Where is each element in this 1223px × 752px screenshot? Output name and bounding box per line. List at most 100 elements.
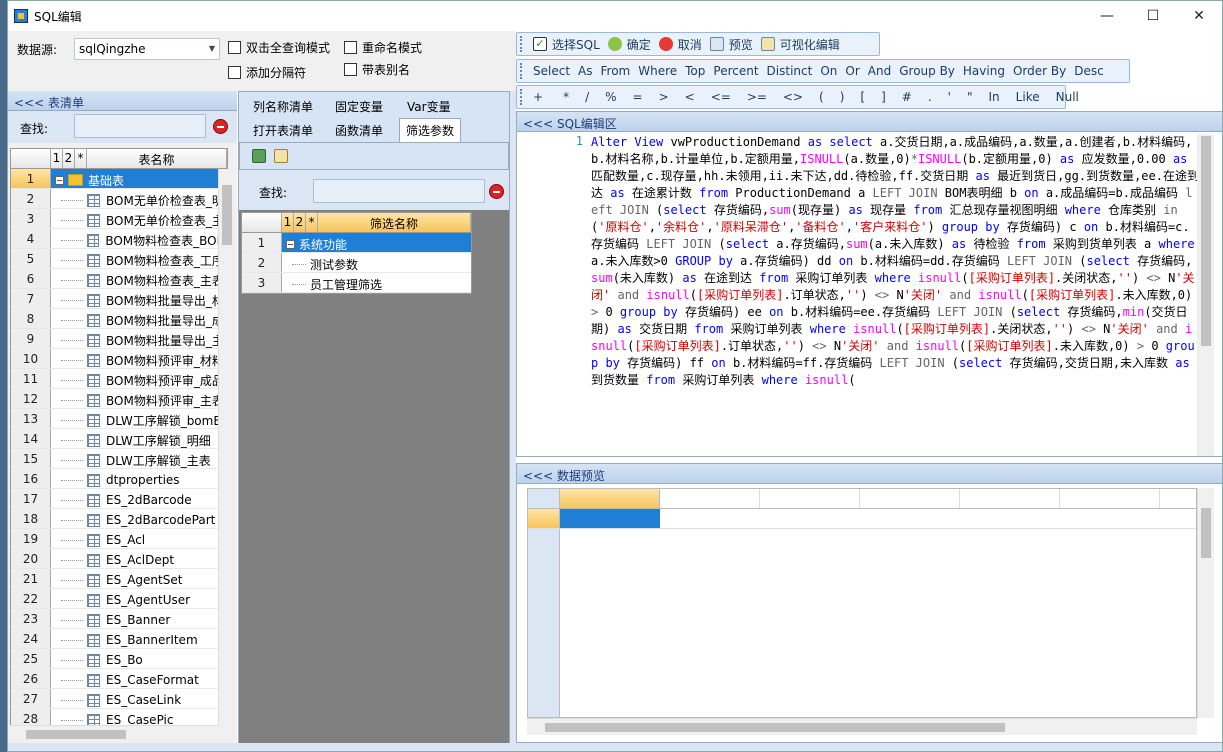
- table-search-input[interactable]: [74, 114, 206, 138]
- toolbar-grip[interactable]: [520, 36, 526, 52]
- confirm-button[interactable]: 确定: [604, 36, 655, 53]
- select-sql-button[interactable]: ✓ 选择SQL: [529, 36, 604, 53]
- cancel-button[interactable]: 取消: [655, 36, 706, 53]
- keyword-button-percent[interactable]: Percent: [709, 64, 762, 78]
- filter-row[interactable]: 1− 系统功能: [242, 233, 471, 253]
- toolbar-grip[interactable]: [520, 63, 526, 79]
- table-row[interactable]: 4 BOM物料检查表_BOM: [11, 229, 227, 249]
- editor-vscrollbar[interactable]: [1197, 134, 1214, 456]
- keyword-button-where[interactable]: Where: [634, 64, 681, 78]
- visual-edit-button[interactable]: 可视化编辑: [757, 36, 844, 53]
- preview-button[interactable]: 预览: [706, 36, 757, 53]
- table-row[interactable]: 21 ES_AgentSet: [11, 569, 227, 589]
- table-row[interactable]: 17 ES_2dBarcode: [11, 489, 227, 509]
- operator-button-1[interactable]: *: [555, 90, 577, 104]
- operator-button-16[interactable]: ': [940, 90, 959, 104]
- col-2-header[interactable]: 2: [63, 149, 75, 168]
- operator-button-18[interactable]: In: [981, 90, 1008, 104]
- close-button[interactable]: ✕: [1176, 1, 1222, 31]
- separator-checkbox[interactable]: 添加分隔符: [228, 64, 306, 81]
- table-row[interactable]: 14 DLW工序解锁_明细: [11, 429, 227, 449]
- operator-button-5[interactable]: >: [651, 90, 677, 104]
- collapse-icon[interactable]: −: [55, 175, 64, 185]
- col-1-header[interactable]: 1: [282, 213, 294, 232]
- filter-row[interactable]: 3 员工管理筛选: [242, 273, 471, 293]
- keyword-button-desc[interactable]: Desc: [1070, 64, 1107, 78]
- operator-button-12[interactable]: [: [852, 90, 873, 104]
- keyword-button-distinct[interactable]: Distinct: [763, 64, 817, 78]
- data-preview-header[interactable]: <<< 数据预览: [517, 464, 1222, 484]
- rename-mode-checkbox[interactable]: 重命名模式: [344, 39, 422, 56]
- alias-checkbox[interactable]: 带表别名: [344, 61, 410, 78]
- scroll-thumb[interactable]: [222, 185, 232, 245]
- table-row[interactable]: 10 BOM物料预评审_材料: [11, 349, 227, 369]
- sql-code-area[interactable]: Alter View vwProductionDemand as select …: [591, 134, 1199, 389]
- table-row[interactable]: 7 BOM物料批量导出_材: [11, 289, 227, 309]
- table-row[interactable]: 19 ES_Acl: [11, 529, 227, 549]
- tab-functions[interactable]: 函数清单: [329, 119, 389, 142]
- table-row[interactable]: 2 BOM无单价检查表_明: [11, 189, 227, 209]
- operator-button-9[interactable]: <>: [775, 90, 811, 104]
- filter-row[interactable]: 2 测试参数: [242, 253, 471, 273]
- keyword-button-top[interactable]: Top: [681, 64, 709, 78]
- table-row[interactable]: 15 DLW工序解锁_主表: [11, 449, 227, 469]
- col-star-header[interactable]: *: [306, 213, 318, 232]
- refresh-icon[interactable]: [252, 149, 266, 163]
- preview-hscrollbar[interactable]: [527, 718, 1197, 735]
- scroll-thumb[interactable]: [26, 730, 126, 739]
- table-row[interactable]: 27 ES_CaseLink: [11, 689, 227, 709]
- keyword-button-having[interactable]: Having: [959, 64, 1009, 78]
- table-row[interactable]: 18 ES_2dBarcodePart: [11, 509, 227, 529]
- keyword-button-as[interactable]: As: [574, 64, 596, 78]
- toolbar-grip[interactable]: [520, 89, 522, 105]
- collapse-icon[interactable]: −: [286, 239, 295, 249]
- edit-icon[interactable]: [274, 149, 288, 163]
- scroll-thumb[interactable]: [1201, 508, 1211, 558]
- table-row[interactable]: 26 ES_CaseFormat: [11, 669, 227, 689]
- keyword-button-order-by[interactable]: Order By: [1009, 64, 1070, 78]
- preview-grid[interactable]: [527, 488, 1197, 718]
- datasource-select[interactable]: sqlQingzhe ▼: [74, 38, 220, 60]
- sql-editor-header[interactable]: <<< SQL编辑区: [517, 112, 1222, 132]
- table-row[interactable]: 22 ES_AgentUser: [11, 589, 227, 609]
- tab-var-variables[interactable]: Var变量: [401, 95, 457, 118]
- keyword-button-or[interactable]: Or: [841, 64, 863, 78]
- dblclick-mode-checkbox[interactable]: 双击全查询模式: [228, 39, 330, 56]
- table-row[interactable]: 16 dtproperties: [11, 469, 227, 489]
- operator-button-20[interactable]: Null: [1048, 90, 1087, 104]
- keyword-button-and[interactable]: And: [864, 64, 895, 78]
- select-all-cell[interactable]: [528, 489, 560, 508]
- table-list-hscrollbar[interactable]: [10, 725, 218, 742]
- table-row[interactable]: 8 BOM物料批量导出_成: [11, 309, 227, 329]
- clear-search-icon[interactable]: [213, 119, 228, 134]
- operator-button-2[interactable]: /: [577, 90, 597, 104]
- operator-button-7[interactable]: <=: [703, 90, 739, 104]
- table-row[interactable]: 23 ES_Banner: [11, 609, 227, 629]
- table-list-header[interactable]: <<< 表清单: [8, 91, 237, 111]
- clear-search-icon[interactable]: [489, 184, 504, 199]
- operator-button-10[interactable]: (: [811, 90, 832, 104]
- table-row[interactable]: 20 ES_AclDept: [11, 549, 227, 569]
- operator-button-17[interactable]: ": [959, 90, 981, 104]
- table-row[interactable]: 28 ES_CasePic: [11, 709, 227, 725]
- keyword-button-on[interactable]: On: [816, 64, 841, 78]
- operator-button-14[interactable]: #: [894, 90, 920, 104]
- filter-search-input[interactable]: [313, 179, 485, 203]
- scroll-thumb[interactable]: [1201, 136, 1211, 346]
- col-filter-name-header[interactable]: 筛选名称: [318, 213, 471, 232]
- tab-column-list[interactable]: 列名称清单: [247, 95, 319, 118]
- operator-button-6[interactable]: <: [677, 90, 703, 104]
- table-row[interactable]: 11 BOM物料预评审_成品: [11, 369, 227, 389]
- col-2-header[interactable]: 2: [294, 213, 306, 232]
- preview-vscrollbar[interactable]: [1197, 488, 1214, 718]
- operator-button-0[interactable]: +: [525, 90, 551, 104]
- tab-open-tables[interactable]: 打开表清单: [247, 119, 319, 142]
- table-row[interactable]: 3 BOM无单价检查表_主: [11, 209, 227, 229]
- tab-filter-params[interactable]: 筛选参数: [399, 118, 462, 142]
- minimize-button[interactable]: —: [1084, 1, 1130, 31]
- col-table-name-header[interactable]: 表名称: [87, 149, 227, 168]
- table-row[interactable]: 5 BOM物料检查表_工序: [11, 249, 227, 269]
- table-row[interactable]: 6 BOM物料检查表_主表: [11, 269, 227, 289]
- selected-cell[interactable]: [560, 509, 660, 528]
- keyword-button-select[interactable]: Select: [529, 64, 574, 78]
